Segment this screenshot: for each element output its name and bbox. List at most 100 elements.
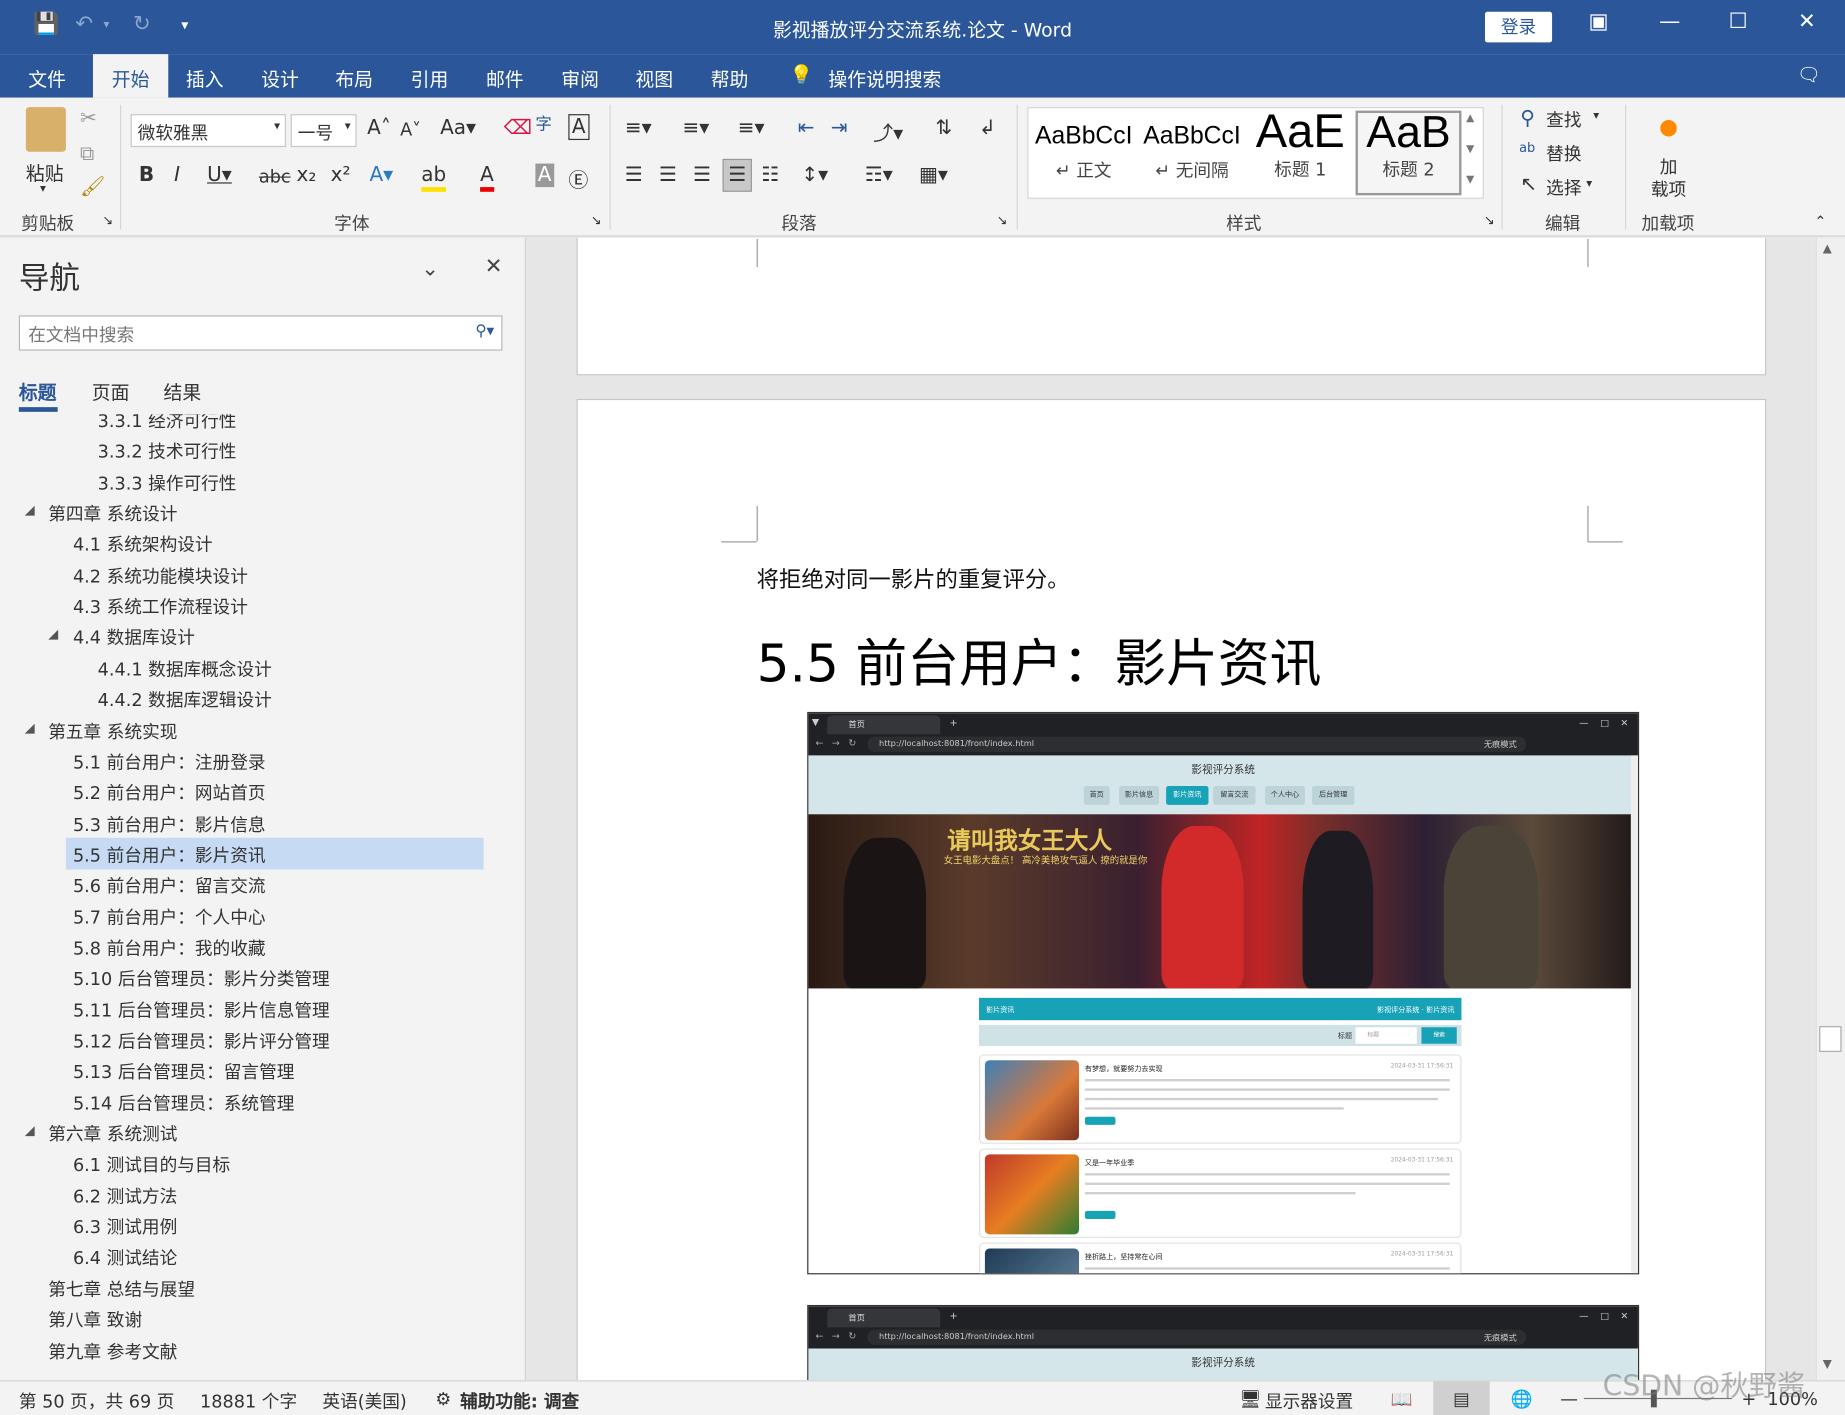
chinese-layout-icon[interactable]: ⤴▾ xyxy=(873,116,903,146)
text-effects-icon[interactable]: A▾ xyxy=(369,164,393,188)
chevron-down-icon[interactable]: ▾ xyxy=(1586,178,1592,191)
align-center-icon[interactable]: ☰ xyxy=(659,164,677,188)
find-button[interactable]: 查找 xyxy=(1546,107,1581,132)
italic-icon[interactable]: I xyxy=(174,164,180,188)
tab-home[interactable]: 开始 xyxy=(92,54,169,98)
read-mode-icon[interactable]: 📖 xyxy=(1391,1389,1413,1410)
clear-formatting-icon[interactable]: ⌫ xyxy=(504,116,532,140)
sort-icon[interactable]: ⇅ xyxy=(935,116,952,140)
search-icon[interactable]: ⚲▾ xyxy=(475,322,494,340)
style-heading-1[interactable]: AaE 标题 1 xyxy=(1247,106,1353,196)
grow-font-icon[interactable]: A˄ xyxy=(367,116,391,140)
bullets-icon[interactable]: ≡▾ xyxy=(625,116,652,140)
nav-search-input[interactable]: 在文档中搜索 ⚲▾ xyxy=(18,315,503,351)
paste-icon[interactable] xyxy=(25,107,66,152)
scrollbar-thumb[interactable] xyxy=(1819,1026,1842,1052)
tell-me-search[interactable]: 操作说明搜索 xyxy=(828,64,941,92)
copy-icon[interactable]: ⧉ xyxy=(80,142,94,166)
character-border-icon[interactable]: A xyxy=(568,114,590,141)
change-case-icon[interactable]: Aa▾ xyxy=(440,116,476,140)
style-heading-2[interactable]: AaB 标题 2 xyxy=(1355,108,1462,196)
expand-collapse-icon[interactable]: ◢ xyxy=(48,627,58,642)
numbering-icon[interactable]: ≡▾ xyxy=(682,116,709,140)
scroll-up-icon[interactable]: ▲ xyxy=(1823,242,1832,255)
tab-view[interactable]: 视图 xyxy=(635,64,673,92)
collapse-ribbon-icon[interactable]: ⌃ xyxy=(1814,213,1826,229)
tab-mailings[interactable]: 邮件 xyxy=(486,64,524,92)
strikethrough-icon[interactable]: abc xyxy=(259,166,291,187)
format-painter-icon[interactable]: 🖌 xyxy=(80,175,105,199)
character-shading-icon[interactable]: A xyxy=(535,163,554,188)
nav-tab-headings[interactable]: 标题 xyxy=(19,377,57,405)
line-spacing-icon[interactable]: ↕▾ xyxy=(801,164,828,188)
body-paragraph[interactable]: 将拒绝对同一影片的重复评分。 xyxy=(757,562,1070,594)
expand-collapse-icon[interactable]: ◢ xyxy=(25,720,35,735)
increase-indent-icon[interactable]: ⇥ xyxy=(831,116,848,140)
gallery-down-icon[interactable]: ▼ xyxy=(1466,144,1474,156)
language[interactable]: 英语(美国) xyxy=(322,1389,406,1414)
align-left-icon[interactable]: ☰ xyxy=(625,164,643,188)
page-count[interactable]: 第 50 页，共 69 页 xyxy=(19,1389,175,1414)
paste-dropdown-icon[interactable]: ▾ xyxy=(40,182,46,195)
tab-references[interactable]: 引用 xyxy=(411,64,449,92)
close-icon[interactable]: ✕ xyxy=(485,254,503,279)
style-normal[interactable]: AaBbCcI ↵ 正文 xyxy=(1031,111,1137,196)
tab-layout[interactable]: 布局 xyxy=(335,64,373,92)
scroll-down-icon[interactable]: ▼ xyxy=(1823,1358,1832,1371)
select-button[interactable]: 选择 xyxy=(1546,175,1581,200)
highlight-icon[interactable]: ab xyxy=(421,164,447,192)
section-heading[interactable]: 5.5 前台用户：影片资讯 xyxy=(757,621,1322,696)
borders-icon[interactable]: ▦▾ xyxy=(919,164,948,188)
tab-help[interactable]: 帮助 xyxy=(711,64,749,92)
clipboard-launcher-icon[interactable]: ↘ xyxy=(102,213,113,228)
style-no-spacing[interactable]: AaBbCcI ↵ 无间隔 xyxy=(1139,111,1245,196)
gallery-more-icon[interactable]: ▼ xyxy=(1466,174,1474,186)
paragraph-launcher-icon[interactable]: ↘ xyxy=(997,213,1008,228)
styles-launcher-icon[interactable]: ↘ xyxy=(1484,213,1495,228)
expand-collapse-icon[interactable]: ◢ xyxy=(25,1123,35,1138)
underline-icon[interactable]: U▾ xyxy=(207,164,232,188)
chevron-down-icon[interactable]: ▾ xyxy=(1593,109,1599,122)
bold-icon[interactable]: B xyxy=(139,164,154,188)
web-layout-icon[interactable]: 🌐 xyxy=(1511,1389,1533,1410)
enclosed-character-icon[interactable]: Ⓔ xyxy=(568,164,588,193)
display-settings[interactable]: 显示器设置 xyxy=(1265,1389,1353,1414)
embedded-screenshot-2[interactable]: 首页 + — □ ✕ ← → ↻ http://localhost:8081/f… xyxy=(807,1304,1640,1381)
show-marks-icon[interactable]: ↲ xyxy=(979,116,996,140)
embedded-screenshot[interactable]: 首页 ▼ + — □ ✕ ← → ↻ http://localhost:8081… xyxy=(807,711,1640,1275)
font-name-combo[interactable]: 微软雅黑 ▾ xyxy=(130,114,286,148)
addins-icon[interactable] xyxy=(1660,120,1677,137)
nav-tab-pages[interactable]: 页面 xyxy=(92,377,130,405)
find-icon[interactable]: ⚲ xyxy=(1520,107,1535,131)
decrease-indent-icon[interactable]: ⇤ xyxy=(798,116,815,140)
shading-icon[interactable]: ☶▾ xyxy=(865,164,893,188)
font-size-combo[interactable]: 一号 ▾ xyxy=(290,114,357,148)
comments-icon[interactable]: 🗨 xyxy=(1797,64,1821,86)
nav-tab-results[interactable]: 结果 xyxy=(164,377,202,405)
subscript-icon[interactable]: x₂ xyxy=(297,164,317,188)
maximize-button[interactable]: ☐ xyxy=(1729,9,1748,34)
ribbon-display-options-icon[interactable]: ▣ xyxy=(1589,9,1609,34)
word-count[interactable]: 18881 个字 xyxy=(200,1389,297,1414)
shrink-font-icon[interactable]: A˅ xyxy=(400,119,421,140)
expand-collapse-icon[interactable]: ◢ xyxy=(25,503,35,518)
multilevel-list-icon[interactable]: ≡▾ xyxy=(738,116,765,140)
align-right-icon[interactable]: ☰ xyxy=(693,164,711,188)
minimize-button[interactable]: — xyxy=(1659,9,1680,34)
font-color-icon[interactable]: A xyxy=(480,164,494,192)
styles-gallery[interactable]: AaBbCcI ↵ 正文 AaBbCcI ↵ 无间隔 AaE 标题 1 AaB 标题 2… xyxy=(1027,106,1484,199)
login-button[interactable]: 登录 xyxy=(1484,11,1553,43)
gallery-up-icon[interactable]: ▲ xyxy=(1466,113,1474,125)
font-launcher-icon[interactable]: ↘ xyxy=(591,213,602,228)
tab-insert[interactable]: 插入 xyxy=(186,64,224,92)
document-scrollbar[interactable]: ▲ ▼ xyxy=(1815,237,1845,1381)
print-layout-icon[interactable]: ▤ xyxy=(1433,1381,1490,1415)
accessibility-status[interactable]: 辅助功能: 调查 xyxy=(460,1389,579,1414)
addins-button[interactable]: 加 载项 xyxy=(1651,157,1686,202)
close-window-button[interactable]: ✕ xyxy=(1798,9,1816,34)
tab-review[interactable]: 审阅 xyxy=(561,64,599,92)
nav-options-icon[interactable]: ⌄ xyxy=(421,257,439,282)
replace-button[interactable]: 替换 xyxy=(1546,141,1581,166)
distributed-icon[interactable]: ☷ xyxy=(761,164,779,188)
phonetic-guide-icon[interactable]: 字 xyxy=(535,112,551,136)
